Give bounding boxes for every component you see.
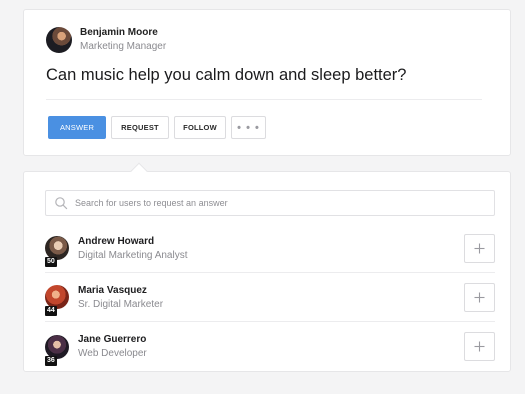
level-badge: 50 xyxy=(45,257,57,267)
plus-icon xyxy=(474,341,485,352)
user-name[interactable]: Maria Vasquez xyxy=(78,284,163,297)
user-row-maria-vasquez: 44 Maria Vasquez Sr. Digital Marketer xyxy=(45,273,495,322)
question-card: Benjamin Moore Marketing Manager Can mus… xyxy=(23,9,511,156)
add-user-button[interactable] xyxy=(464,332,495,361)
search-icon xyxy=(55,197,68,210)
author-name[interactable]: Benjamin Moore xyxy=(80,26,166,39)
question-actions: ANSWER REQUEST FOLLOW • • • xyxy=(48,116,266,139)
user-row-andrew-howard: 50 Andrew Howard Digital Marketing Analy… xyxy=(45,224,495,273)
request-button[interactable]: REQUEST xyxy=(111,116,169,139)
user-info: Jane Guerrero Web Developer xyxy=(78,333,147,360)
follow-button[interactable]: FOLLOW xyxy=(174,116,226,139)
user-avatar[interactable]: 50 xyxy=(45,236,69,267)
request-answer-panel: 50 Andrew Howard Digital Marketing Analy… xyxy=(23,171,511,372)
level-badge: 44 xyxy=(45,306,57,316)
user-list: 50 Andrew Howard Digital Marketing Analy… xyxy=(45,224,495,371)
user-name[interactable]: Andrew Howard xyxy=(78,235,188,248)
search-input[interactable] xyxy=(75,198,475,208)
more-options-button[interactable]: • • • xyxy=(231,116,266,139)
plus-icon xyxy=(474,243,485,254)
user-avatar[interactable]: 44 xyxy=(45,285,69,316)
user-avatar[interactable]: 36 xyxy=(45,334,69,366)
user-info: Maria Vasquez Sr. Digital Marketer xyxy=(78,284,163,311)
user-row-jane-guerrero: 36 Jane Guerrero Web Developer xyxy=(45,322,495,371)
add-user-button[interactable] xyxy=(464,283,495,312)
author-info: Benjamin Moore Marketing Manager xyxy=(80,26,166,53)
author-role: Marketing Manager xyxy=(80,41,167,52)
user-role: Web Developer xyxy=(78,348,147,359)
user-info: Andrew Howard Digital Marketing Analyst xyxy=(78,235,188,262)
question-author[interactable]: Benjamin Moore Marketing Manager xyxy=(46,26,166,53)
question-title: Can music help you calm down and sleep b… xyxy=(46,66,407,84)
author-avatar[interactable] xyxy=(46,26,72,53)
level-badge: 36 xyxy=(45,355,57,366)
answer-button[interactable]: ANSWER xyxy=(48,116,106,139)
user-search[interactable] xyxy=(45,190,495,216)
plus-icon xyxy=(474,292,485,303)
user-role: Digital Marketing Analyst xyxy=(78,249,188,261)
user-name[interactable]: Jane Guerrero xyxy=(78,333,147,346)
user-role: Sr. Digital Marketer xyxy=(78,298,164,310)
add-user-button[interactable] xyxy=(464,234,495,263)
divider xyxy=(46,99,482,100)
